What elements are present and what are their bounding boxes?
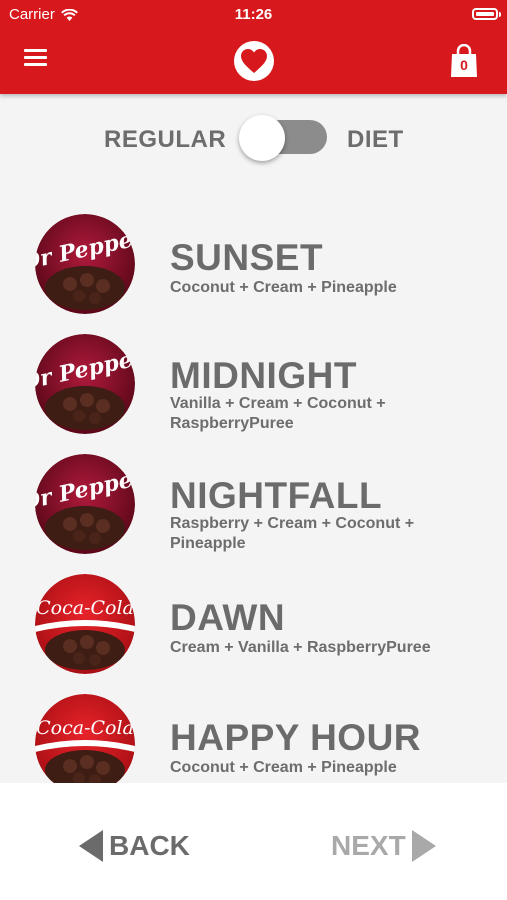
toggle-label-diet: DIET bbox=[347, 126, 404, 153]
flavor-ingredients: Vanilla + Cream + Coconut + RaspberryPur… bbox=[170, 395, 386, 432]
coca-cola-can-image: Coca-Cola bbox=[35, 694, 135, 783]
regular-diet-toggle[interactable] bbox=[239, 115, 327, 161]
next-arrow-icon bbox=[411, 830, 436, 862]
flavor-item-sunset[interactable]: Dr Pepper SUNSET Coconut + Cream + Pinea… bbox=[0, 205, 507, 315]
next-button[interactable]: NEXT bbox=[331, 821, 437, 871]
next-label: NEXT bbox=[331, 830, 406, 861]
flavor-item-happy-hour[interactable]: Coca-Cola HAPPY HOUR Coconut + Cream + P… bbox=[0, 685, 507, 783]
flavor-list: Dr Pepper SUNSET Coconut + Cream + Pinea… bbox=[0, 205, 507, 783]
dr-pepper-can-image: Dr Pepper bbox=[35, 454, 135, 554]
toggle-label-regular: REGULAR bbox=[104, 126, 227, 153]
dr-pepper-can-image: Dr Pepper bbox=[35, 214, 135, 314]
flavor-ingredients: Coconut + Cream + Pineapple bbox=[170, 759, 397, 776]
heart-logo-icon bbox=[234, 41, 274, 81]
regular-diet-toggle-row: REGULAR DIET bbox=[0, 115, 507, 163]
flavor-ingredients: Raspberry + Cream + Coconut + Pineapple bbox=[170, 515, 415, 552]
footer-nav: BACK NEXT bbox=[0, 783, 507, 900]
coca-cola-logo-text: Coca-Cola bbox=[36, 597, 134, 619]
flavor-item-dawn[interactable]: Coca-Cola DAWN Cream + Vanilla + Raspber… bbox=[0, 565, 507, 675]
cart-count: 0 bbox=[460, 57, 468, 73]
dr-pepper-can-image: Dr Pepper bbox=[35, 334, 135, 434]
flavor-name: SUNSET bbox=[170, 237, 324, 278]
back-button[interactable]: BACK bbox=[78, 821, 190, 871]
hamburger-icon[interactable] bbox=[24, 49, 47, 67]
shopping-bag-icon[interactable]: 0 bbox=[450, 44, 478, 78]
back-label: BACK bbox=[109, 830, 190, 861]
flavor-name: MIDNIGHT bbox=[170, 355, 357, 396]
battery-icon bbox=[472, 8, 501, 20]
flavor-item-nightfall[interactable]: Dr Pepper NIGHTFALL Raspberry + Cream + … bbox=[0, 445, 507, 555]
coca-cola-can-image: Coca-Cola bbox=[35, 574, 135, 674]
flavor-name: NIGHTFALL bbox=[170, 475, 383, 516]
back-arrow-icon bbox=[79, 830, 103, 862]
status-time: 11:26 bbox=[234, 6, 273, 23]
toggle-knob[interactable] bbox=[239, 115, 285, 161]
app-header: Carrier 11:26 0 bbox=[0, 0, 507, 94]
flavor-item-midnight[interactable]: Dr Pepper MIDNIGHT Vanilla + Cream + Coc… bbox=[0, 325, 507, 435]
flavor-name: HAPPY HOUR bbox=[170, 717, 422, 758]
flavor-ingredients: Coconut + Cream + Pineapple bbox=[170, 279, 397, 296]
flavor-ingredients: Cream + Vanilla + RaspberryPuree bbox=[170, 639, 431, 656]
flavor-name: DAWN bbox=[170, 597, 286, 638]
coca-cola-logo-text: Coca-Cola bbox=[36, 717, 134, 739]
